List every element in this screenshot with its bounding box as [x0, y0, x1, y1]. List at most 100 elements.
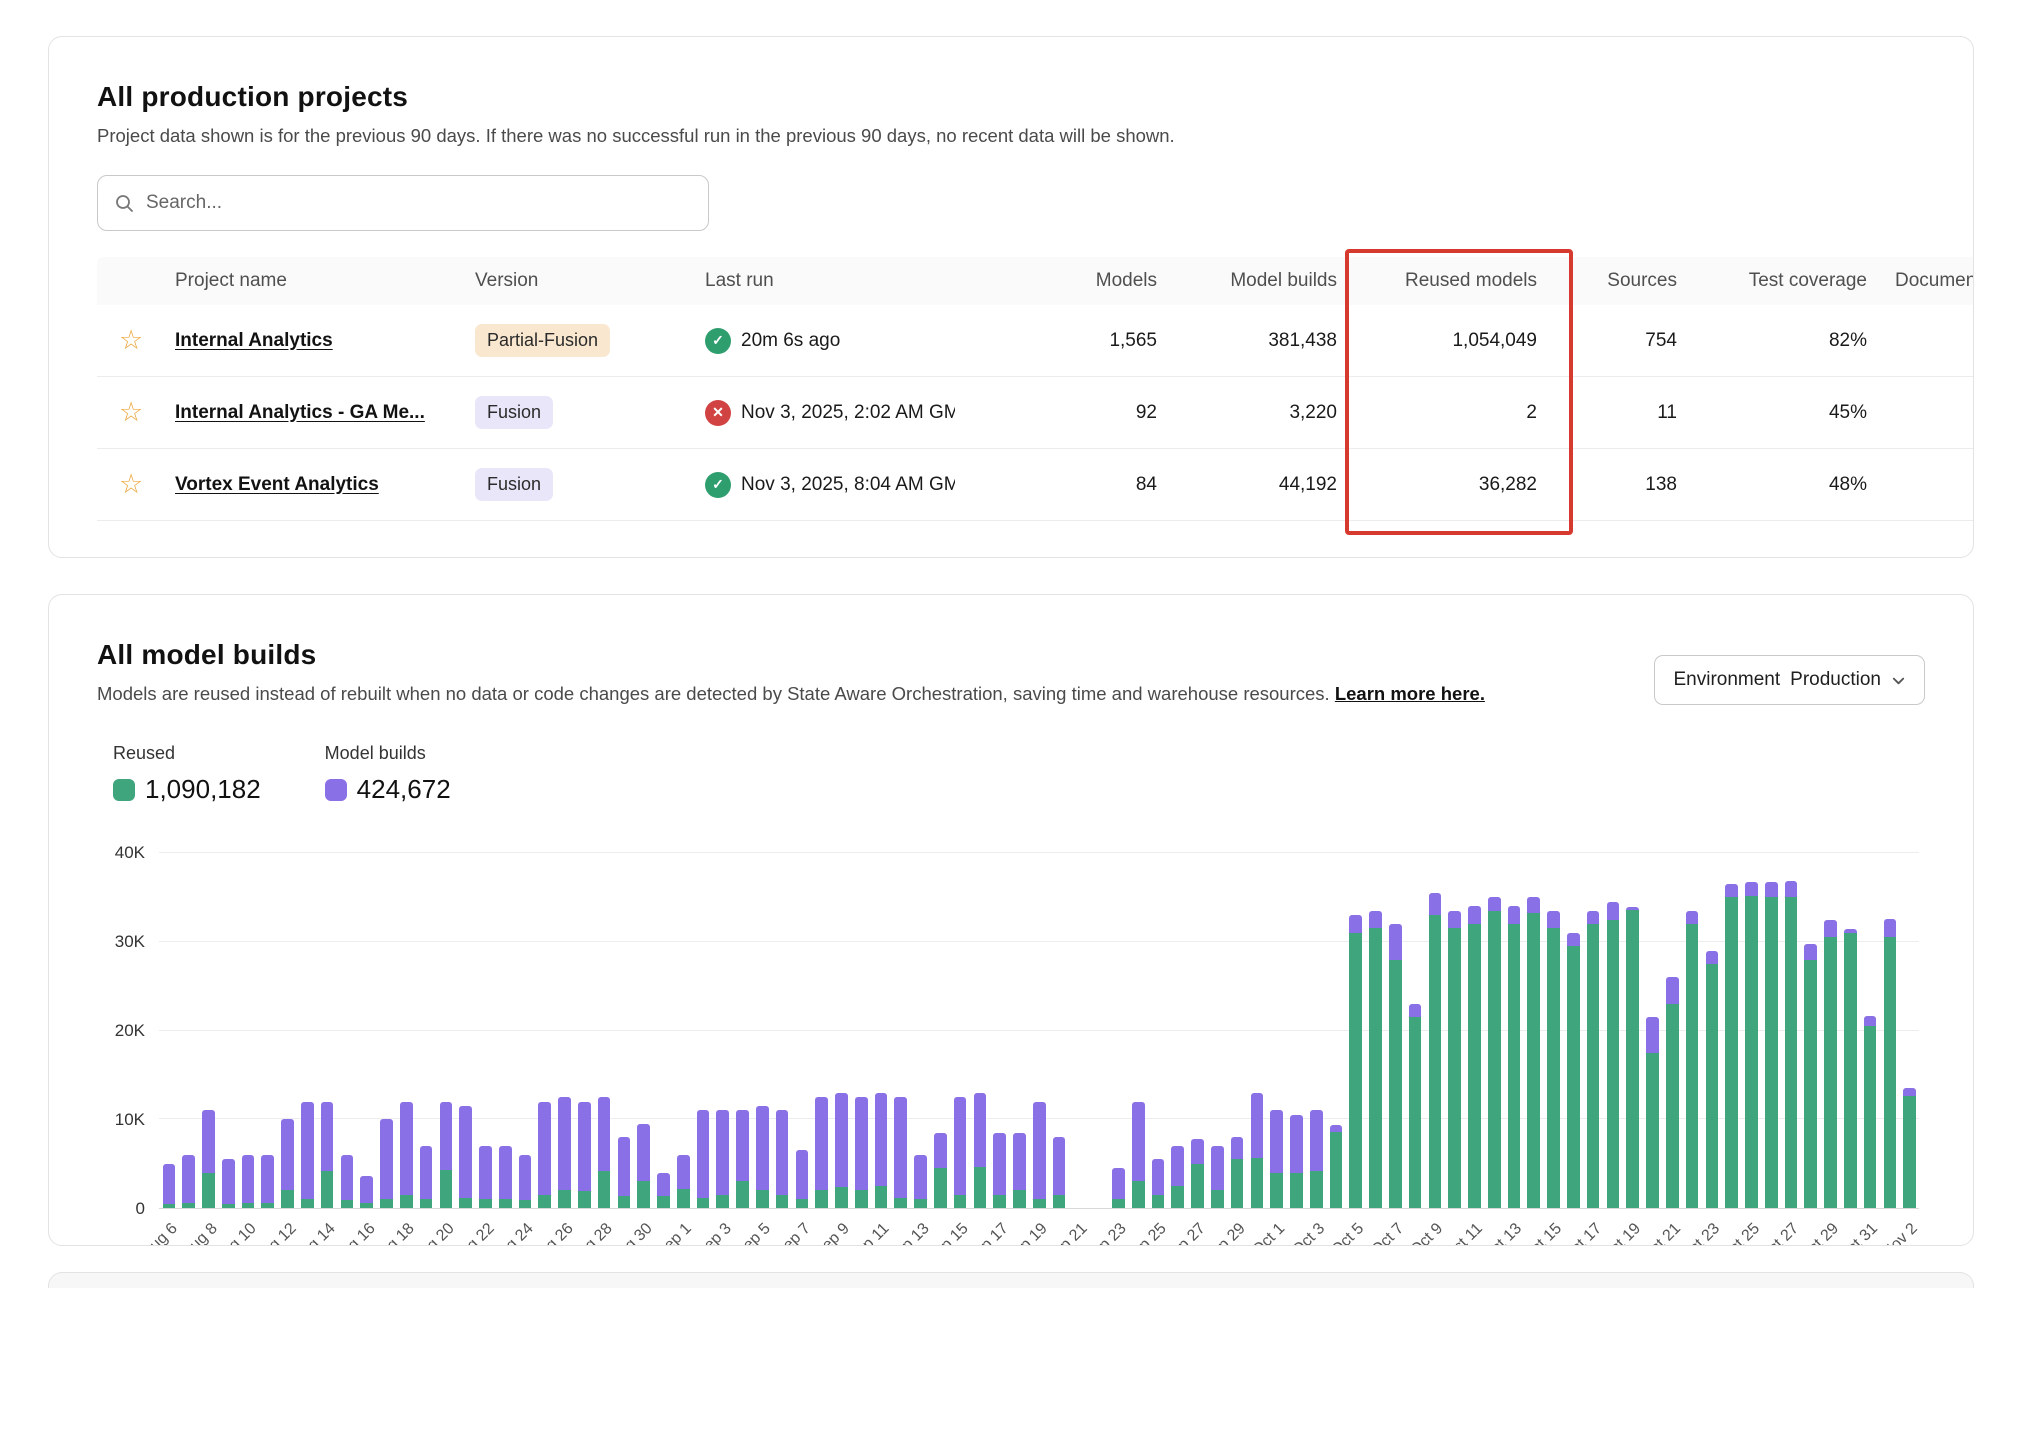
- model-builds-segment[interactable]: [1903, 1088, 1916, 1096]
- reused-segment[interactable]: [558, 1190, 571, 1208]
- reused-segment[interactable]: [1725, 897, 1738, 1208]
- reused-segment[interactable]: [479, 1199, 492, 1208]
- model-builds-segment[interactable]: [1053, 1137, 1066, 1195]
- model-builds-segment[interactable]: [400, 1102, 413, 1195]
- reused-segment[interactable]: [1171, 1186, 1184, 1208]
- model-builds-segment[interactable]: [1033, 1102, 1046, 1200]
- reused-segment[interactable]: [1310, 1171, 1323, 1208]
- reused-segment[interactable]: [1211, 1190, 1224, 1208]
- model-builds-segment[interactable]: [1686, 911, 1699, 924]
- reused-segment[interactable]: [1508, 924, 1521, 1208]
- reused-segment[interactable]: [993, 1195, 1006, 1208]
- model-builds-segment[interactable]: [1191, 1139, 1204, 1164]
- model-builds-segment[interactable]: [440, 1102, 453, 1170]
- reused-segment[interactable]: [1330, 1132, 1343, 1208]
- reused-segment[interactable]: [796, 1199, 809, 1208]
- model-builds-segment[interactable]: [1171, 1146, 1184, 1186]
- model-builds-segment[interactable]: [1369, 911, 1382, 929]
- reused-segment[interactable]: [875, 1186, 888, 1208]
- model-builds-segment[interactable]: [934, 1133, 947, 1169]
- model-builds-segment[interactable]: [1587, 911, 1600, 924]
- model-builds-segment[interactable]: [1666, 977, 1679, 1004]
- reused-segment[interactable]: [1251, 1158, 1264, 1208]
- model-builds-segment[interactable]: [677, 1155, 690, 1190]
- model-builds-segment[interactable]: [716, 1110, 729, 1194]
- reused-segment[interactable]: [598, 1171, 611, 1208]
- reused-segment[interactable]: [459, 1198, 472, 1208]
- reused-segment[interactable]: [1824, 937, 1837, 1208]
- reused-segment[interactable]: [321, 1171, 334, 1208]
- model-builds-segment[interactable]: [1251, 1093, 1264, 1159]
- model-builds-segment[interactable]: [380, 1119, 393, 1199]
- reused-segment[interactable]: [1567, 946, 1580, 1208]
- reused-segment[interactable]: [400, 1195, 413, 1208]
- reused-segment[interactable]: [1290, 1173, 1303, 1209]
- search-box[interactable]: [97, 175, 709, 231]
- model-builds-segment[interactable]: [657, 1173, 670, 1196]
- reused-segment[interactable]: [657, 1196, 670, 1208]
- project-name-link[interactable]: Internal Analytics: [175, 330, 333, 351]
- model-builds-segment[interactable]: [815, 1097, 828, 1190]
- model-builds-segment[interactable]: [1745, 882, 1758, 895]
- reused-segment[interactable]: [1152, 1195, 1165, 1208]
- model-builds-segment[interactable]: [558, 1097, 571, 1190]
- model-builds-segment[interactable]: [1231, 1137, 1244, 1159]
- project-name-link[interactable]: Internal Analytics - GA Me...: [175, 402, 425, 423]
- reused-segment[interactable]: [578, 1191, 591, 1208]
- favorite-star-icon[interactable]: ☆: [105, 327, 143, 354]
- model-builds-segment[interactable]: [914, 1155, 927, 1199]
- reused-segment[interactable]: [974, 1167, 987, 1208]
- reused-segment[interactable]: [855, 1190, 868, 1208]
- model-builds-segment[interactable]: [954, 1097, 967, 1195]
- reused-segment[interactable]: [1369, 928, 1382, 1208]
- model-builds-segment[interactable]: [855, 1097, 868, 1190]
- reused-segment[interactable]: [519, 1200, 532, 1208]
- reused-segment[interactable]: [1844, 933, 1857, 1208]
- reused-segment[interactable]: [1409, 1017, 1422, 1208]
- model-builds-segment[interactable]: [1468, 906, 1481, 924]
- model-builds-segment[interactable]: [578, 1102, 591, 1192]
- model-builds-segment[interactable]: [697, 1110, 710, 1198]
- model-builds-segment[interactable]: [618, 1137, 631, 1196]
- model-builds-segment[interactable]: [1488, 897, 1501, 910]
- model-builds-segment[interactable]: [1884, 919, 1897, 938]
- reused-segment[interactable]: [776, 1195, 789, 1208]
- model-builds-segment[interactable]: [1349, 915, 1362, 933]
- model-builds-segment[interactable]: [479, 1146, 492, 1199]
- reused-segment[interactable]: [1587, 924, 1600, 1208]
- reused-segment[interactable]: [380, 1199, 393, 1208]
- reused-segment[interactable]: [1389, 960, 1402, 1209]
- model-builds-segment[interactable]: [1429, 893, 1442, 915]
- model-builds-segment[interactable]: [519, 1155, 532, 1200]
- reused-segment[interactable]: [1745, 896, 1758, 1208]
- reused-segment[interactable]: [637, 1181, 650, 1208]
- reused-segment[interactable]: [499, 1199, 512, 1208]
- model-builds-segment[interactable]: [321, 1102, 334, 1171]
- model-builds-segment[interactable]: [538, 1102, 551, 1195]
- model-builds-segment[interactable]: [459, 1106, 472, 1198]
- model-builds-segment[interactable]: [163, 1164, 176, 1205]
- model-builds-segment[interactable]: [1330, 1125, 1343, 1132]
- model-builds-segment[interactable]: [1567, 933, 1580, 946]
- reused-segment[interactable]: [1191, 1164, 1204, 1208]
- model-builds-segment[interactable]: [776, 1110, 789, 1194]
- model-builds-segment[interactable]: [1310, 1110, 1323, 1170]
- reused-segment[interactable]: [1547, 928, 1560, 1208]
- reused-segment[interactable]: [1686, 924, 1699, 1208]
- reused-segment[interactable]: [341, 1200, 354, 1208]
- reused-segment[interactable]: [1033, 1199, 1046, 1208]
- reused-segment[interactable]: [1429, 915, 1442, 1208]
- model-builds-segment[interactable]: [1725, 884, 1738, 897]
- reused-segment[interactable]: [1013, 1190, 1026, 1208]
- model-builds-segment[interactable]: [222, 1159, 235, 1203]
- reused-segment[interactable]: [1053, 1195, 1066, 1208]
- model-builds-segment[interactable]: [202, 1110, 215, 1172]
- model-builds-segment[interactable]: [993, 1133, 1006, 1195]
- reused-segment[interactable]: [1706, 964, 1719, 1208]
- reused-segment[interactable]: [420, 1199, 433, 1208]
- model-builds-segment[interactable]: [1211, 1146, 1224, 1190]
- model-builds-segment[interactable]: [1824, 920, 1837, 938]
- model-builds-segment[interactable]: [736, 1110, 749, 1181]
- model-builds-segment[interactable]: [242, 1155, 255, 1203]
- reused-segment[interactable]: [1112, 1199, 1125, 1208]
